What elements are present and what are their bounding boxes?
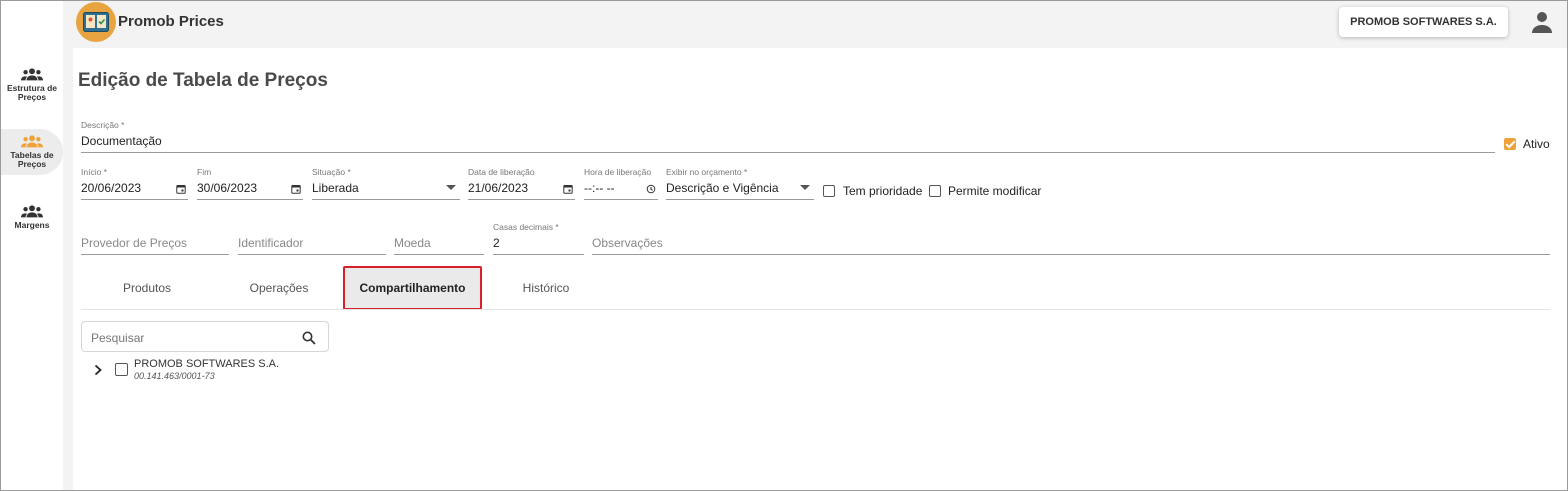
- hora-liberacao-label: Hora de liberação: [584, 167, 652, 177]
- account-icon[interactable]: [1530, 10, 1554, 34]
- sidebar-item-label: Margens: [14, 220, 50, 230]
- hora-liberacao-field[interactable]: Hora de liberação --:-- --: [584, 167, 658, 200]
- situacao-label: Situação *: [312, 167, 351, 177]
- tab-operacoes[interactable]: Operações: [213, 268, 345, 308]
- clock-icon[interactable]: [646, 184, 656, 194]
- casas-decimais-field[interactable]: Casas decimais * 2: [493, 222, 584, 255]
- tab-compartilhamento[interactable]: Compartilhamento: [345, 268, 480, 308]
- sidebar-item-label: Preços: [17, 92, 47, 102]
- sidebar-item-label: Preços: [17, 159, 47, 169]
- chevron-right-icon[interactable]: [93, 364, 103, 376]
- exibir-orcamento-value: Descrição e Vigência: [666, 181, 779, 195]
- inicio-value: 20/06/2023: [81, 181, 142, 195]
- observacoes-field[interactable]: Observações: [592, 222, 1550, 255]
- tem-prioridade-label[interactable]: Tem prioridade: [843, 184, 922, 198]
- chevron-down-icon: [800, 185, 810, 190]
- tem-prioridade-checkbox[interactable]: [823, 185, 835, 197]
- exibir-orcamento-label: Exibir no orçamento *: [666, 167, 748, 177]
- inicio-date-field[interactable]: Início * 20/06/2023: [81, 167, 188, 200]
- permite-modificar-label[interactable]: Permite modificar: [948, 184, 1041, 198]
- price-list-logo-icon: [83, 12, 109, 32]
- app-title: Promob Prices: [118, 13, 224, 30]
- tab-historico[interactable]: Histórico: [480, 268, 612, 308]
- permite-modificar-checkbox[interactable]: [929, 185, 941, 197]
- provedor-precos-field[interactable]: Provedor de Preços: [81, 222, 229, 255]
- identificador-placeholder: Identificador: [238, 236, 304, 250]
- calendar-icon[interactable]: [563, 184, 573, 194]
- descricao-value: Documentação: [81, 134, 162, 148]
- data-liberacao-value: 21/06/2023: [468, 181, 529, 195]
- ativo-label[interactable]: Ativo: [1523, 137, 1550, 151]
- sidebar: Estrutura de Preços Tabelas de Preços Ma…: [1, 1, 63, 490]
- moeda-field[interactable]: Moeda: [394, 222, 484, 255]
- search-input[interactable]: Pesquisar: [81, 321, 329, 352]
- situacao-select[interactable]: Situação * Liberada: [312, 167, 460, 200]
- data-liberacao-label: Data de liberação: [468, 167, 535, 177]
- fim-label: Fim: [197, 167, 212, 177]
- fim-value: 30/06/2023: [197, 181, 258, 195]
- sidebar-item-margens[interactable]: Margens: [1, 204, 63, 236]
- search-placeholder: Pesquisar: [91, 331, 145, 345]
- group-icon: [21, 68, 43, 81]
- sidebar-item-tabelas-de-precos[interactable]: Tabelas de Preços: [1, 129, 63, 175]
- page-title: Edição de Tabela de Preços: [78, 70, 328, 91]
- tabs-divider: [81, 309, 1550, 310]
- tree-item-name: PROMOB SOFTWARES S.A.: [134, 358, 280, 370]
- provedor-precos-placeholder: Provedor de Preços: [81, 236, 188, 250]
- moeda-placeholder: Moeda: [394, 236, 431, 250]
- exibir-orcamento-select[interactable]: Exibir no orçamento * Descrição e Vigênc…: [666, 167, 814, 200]
- tab-produtos[interactable]: Produtos: [81, 268, 213, 308]
- tree-item-cnpj: 00.141.463/0001-73: [134, 371, 215, 381]
- descricao-label: Descrição *: [81, 120, 125, 130]
- ativo-checkbox[interactable]: [1504, 138, 1516, 150]
- calendar-icon[interactable]: [291, 184, 301, 194]
- app-logo[interactable]: [76, 2, 116, 42]
- situacao-value: Liberada: [312, 181, 359, 195]
- identificador-field[interactable]: Identificador: [238, 222, 386, 255]
- calendar-icon[interactable]: [176, 184, 186, 194]
- descricao-field[interactable]: Descrição * Documentação: [81, 120, 1495, 153]
- casas-decimais-value: 2: [493, 236, 500, 250]
- sidebar-item-estrutura-de-precos[interactable]: Estrutura de Preços: [1, 67, 63, 107]
- group-icon: [21, 205, 43, 218]
- inicio-label: Início *: [81, 167, 107, 177]
- chevron-down-icon: [446, 185, 456, 190]
- fim-date-field[interactable]: Fim 30/06/2023: [197, 167, 303, 200]
- data-liberacao-field[interactable]: Data de liberação 21/06/2023: [468, 167, 575, 200]
- casas-decimais-label: Casas decimais *: [493, 222, 559, 232]
- hora-liberacao-value: --:-- --: [584, 181, 615, 195]
- tree-item-checkbox[interactable]: [115, 363, 128, 376]
- observacoes-placeholder: Observações: [592, 236, 663, 250]
- company-button[interactable]: PROMOB SOFTWARES S.A.: [1339, 7, 1508, 37]
- search-icon[interactable]: [302, 331, 316, 345]
- group-icon: [21, 135, 43, 148]
